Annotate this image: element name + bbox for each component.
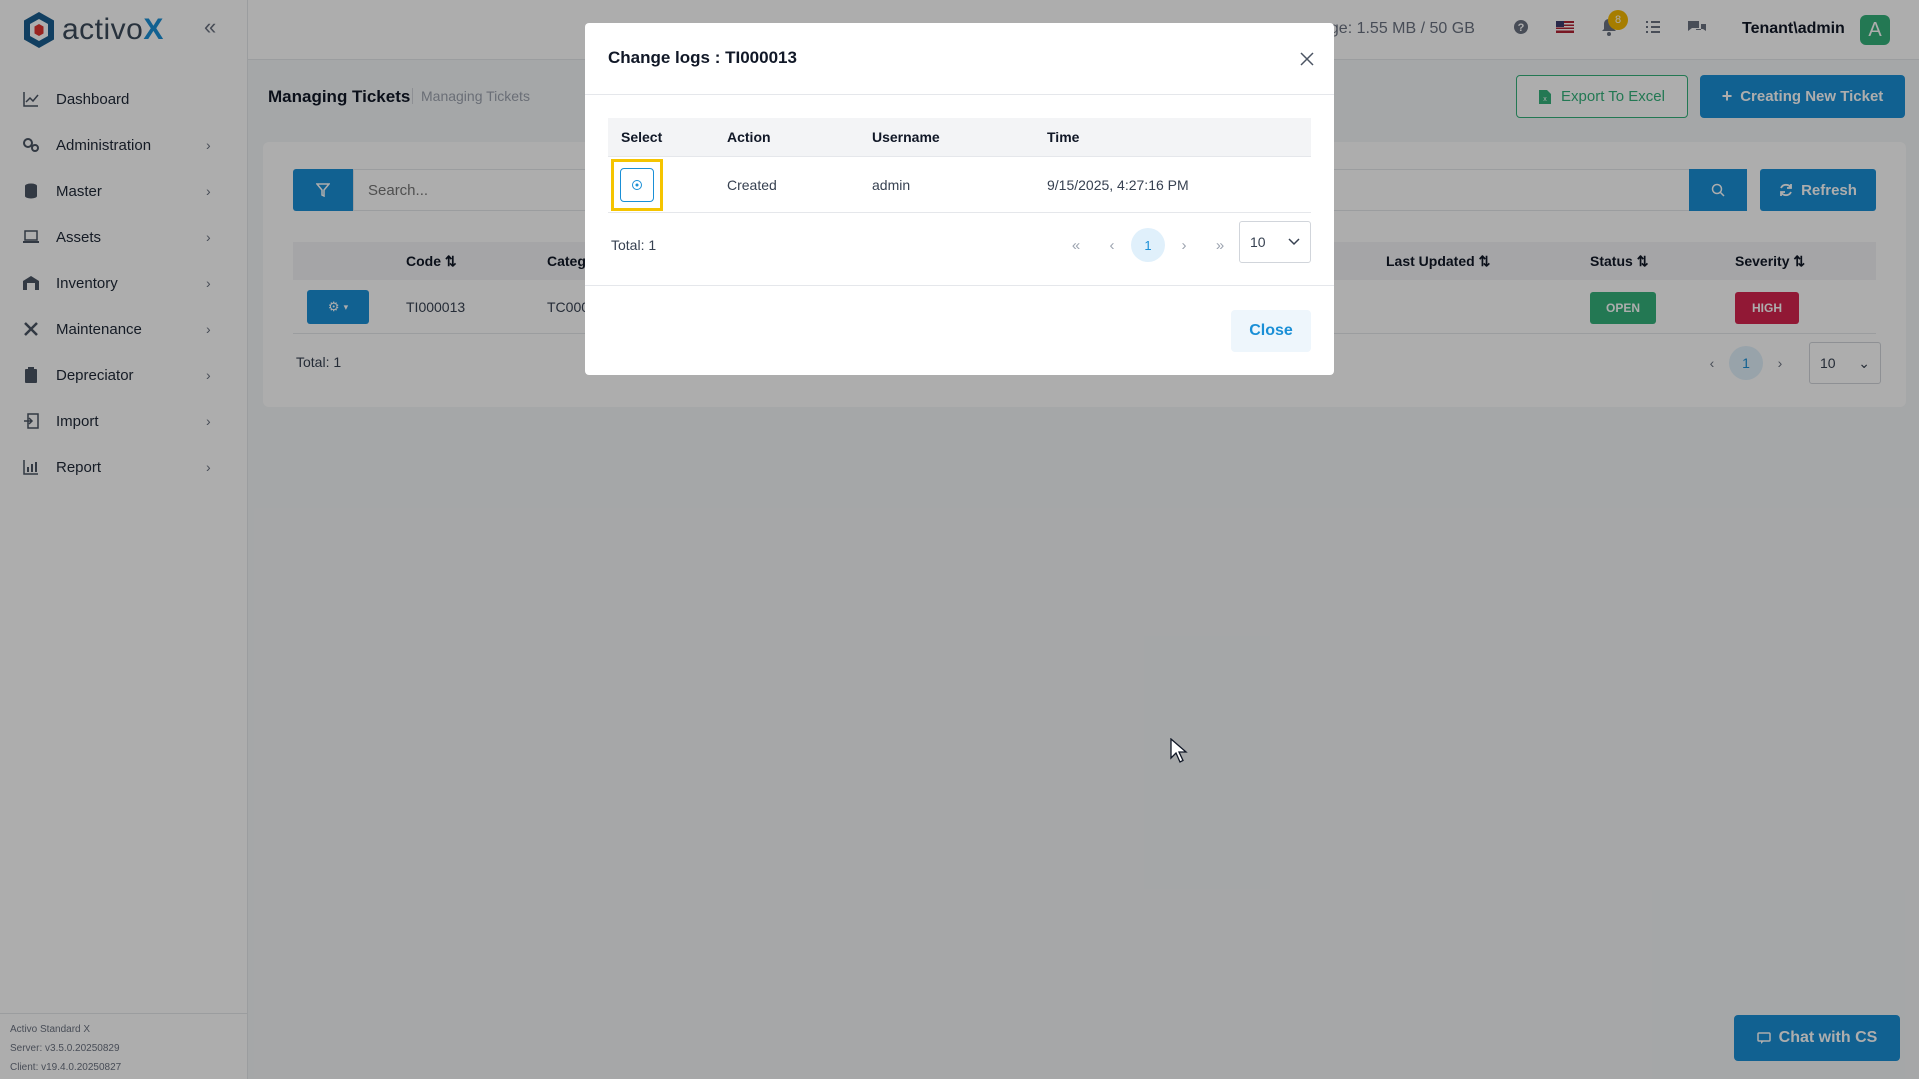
page-number[interactable]: 1 [1131,228,1165,262]
view-circle-icon [632,180,642,190]
last-page-icon[interactable]: » [1203,228,1237,262]
cell-username: admin [872,177,911,193]
chevron-down-icon [1288,238,1300,246]
table-row: Created admin 9/15/2025, 4:27:16 PM [608,157,1311,213]
column-action: Action [727,129,771,145]
select-row-button[interactable] [620,168,654,202]
next-page-icon[interactable]: › [1167,228,1201,262]
column-username: Username [872,129,940,145]
modal-footer-divider [585,285,1334,286]
cell-action: Created [727,177,777,193]
modal-table-header: Select Action Username Time [608,118,1311,157]
mouse-cursor-icon [1170,738,1188,763]
close-icon[interactable] [1295,47,1319,71]
modal-table-total: Total: 1 [611,237,657,253]
column-select: Select [621,129,663,145]
cell-time: 9/15/2025, 4:27:16 PM [1047,177,1189,193]
change-logs-modal: Change logs : TI000013 Select Action Use… [585,23,1334,375]
column-time: Time [1047,129,1080,145]
page-size-select[interactable]: 10 [1239,221,1311,263]
select-highlight [611,159,663,211]
modal-header-divider [585,94,1334,95]
close-button[interactable]: Close [1231,310,1311,352]
first-page-icon[interactable]: « [1059,228,1093,262]
modal-title: Change logs : TI000013 [608,48,797,67]
page-size-value: 10 [1250,234,1266,250]
prev-page-icon[interactable]: ‹ [1095,228,1129,262]
